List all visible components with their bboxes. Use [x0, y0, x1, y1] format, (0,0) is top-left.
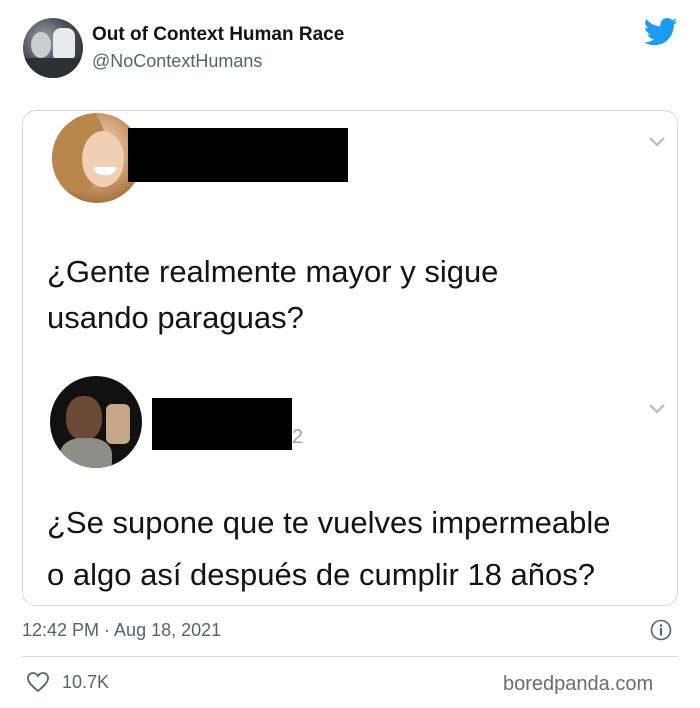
tweet-text: ¿Se supone que te vuelves impermeable o … — [47, 497, 677, 601]
chevron-down-icon — [649, 137, 665, 147]
info-icon[interactable] — [650, 619, 672, 641]
tweet-text-line: ¿Se supone que te vuelves impermeable — [47, 505, 611, 540]
redaction-bar — [128, 128, 348, 182]
like-count[interactable]: 10.7K — [62, 672, 109, 693]
watermark: boredpanda.com — [503, 673, 654, 695]
divider — [22, 656, 678, 657]
heart-icon[interactable] — [26, 671, 50, 693]
account-handle[interactable]: @NoContextHumans — [92, 51, 262, 72]
redaction-bar — [152, 398, 292, 450]
account-avatar[interactable] — [23, 18, 83, 78]
tweet-text-line: ¿Gente realmente mayor y sigue — [47, 254, 499, 289]
tweet-timestamp[interactable]: 12:42 PM · Aug 18, 2021 — [22, 620, 221, 641]
tweet-text-line: o algo así después de cumplir 18 años? — [47, 557, 596, 592]
tweet-text-line: usando paraguas? — [47, 300, 304, 335]
profile-picture — [50, 376, 142, 468]
account-name[interactable]: Out of Context Human Race — [92, 24, 344, 46]
partial-handle: 2 — [292, 426, 304, 448]
twitter-bird-icon[interactable] — [644, 17, 678, 47]
tweet-text: ¿Gente realmente mayor y sigue usando pa… — [47, 249, 647, 341]
chevron-down-icon — [649, 404, 665, 414]
